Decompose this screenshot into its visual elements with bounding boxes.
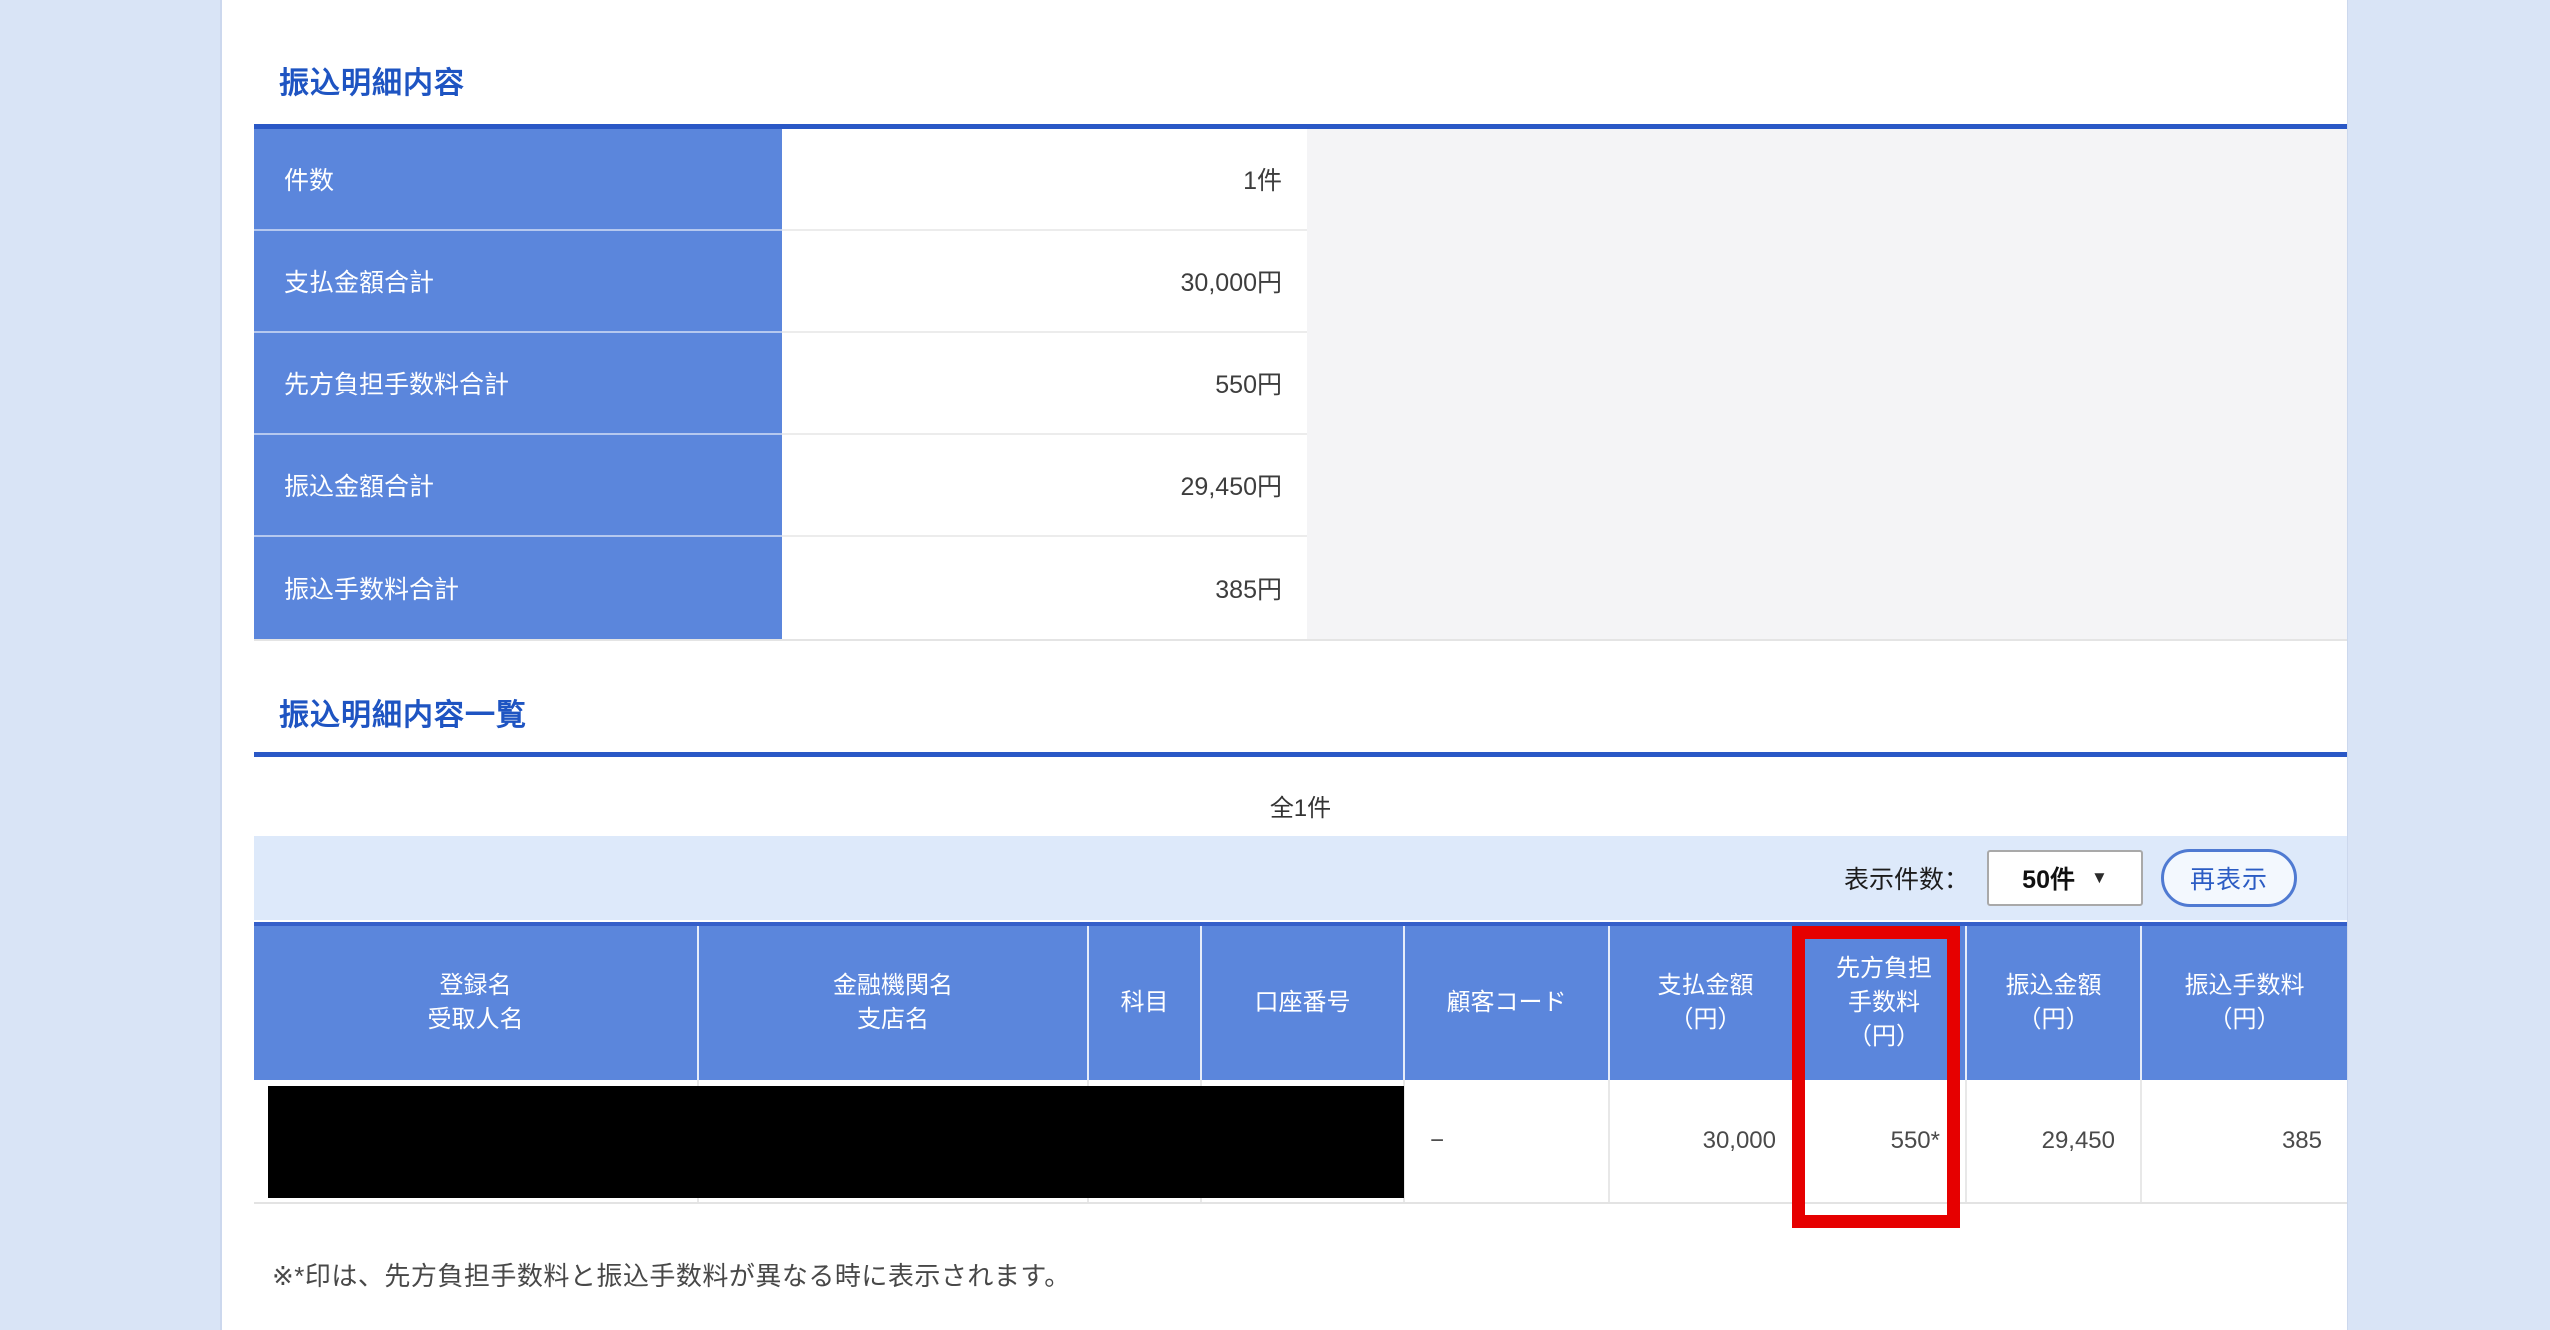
redacted-area xyxy=(268,1086,1404,1198)
table-row: 振込手数料合計 385円 xyxy=(254,537,2347,639)
summary-filler xyxy=(1307,537,2347,639)
highlight-box xyxy=(1792,926,1960,1228)
display-count-select[interactable]: 50件 ▼ xyxy=(1987,850,2143,906)
display-count-value: 50件 xyxy=(2022,860,2075,896)
cell-transfer-fee: 385 xyxy=(2142,1080,2347,1202)
column-header: 科目 xyxy=(1089,926,1202,1080)
list-section-title: 振込明細内容一覧 xyxy=(279,690,527,734)
column-header: 振込手数料 （円） xyxy=(2142,926,2347,1080)
summary-table: 件数 1件 支払金額合計 30,000円 先方負担手数料合計 550円 振込金額… xyxy=(254,124,2347,641)
summary-section-title: 振込明細内容 xyxy=(279,58,465,102)
section-divider xyxy=(254,752,2347,757)
table-row: 先方負担手数料合計 550円 xyxy=(254,333,2347,435)
summary-row-label: 先方負担手数料合計 xyxy=(254,333,782,435)
cell-payment-amount: 30,000 xyxy=(1610,1080,1803,1202)
summary-row-label: 件数 xyxy=(254,129,782,231)
column-header: 振込金額 （円） xyxy=(1967,926,2142,1080)
summary-row-label: 振込金額合計 xyxy=(254,435,782,537)
summary-filler xyxy=(1307,333,2347,435)
summary-row-value: 385円 xyxy=(782,537,1307,639)
list-table-header: 登録名 受取人名 金融機関名 支店名 科目 口座番号 顧客コード 支払金額 （円… xyxy=(254,922,2347,1080)
cell-customer-code: − xyxy=(1405,1080,1610,1202)
summary-filler xyxy=(1307,129,2347,231)
footnote-text: ※*印は、先方負担手数料と振込手数料が異なる時に表示されます。 xyxy=(272,1256,1071,1293)
column-header: 金融機関名 支店名 xyxy=(699,926,1089,1080)
column-header: 支払金額 （円） xyxy=(1610,926,1803,1080)
summary-row-value: 1件 xyxy=(782,129,1307,231)
table-row: 支払金額合計 30,000円 xyxy=(254,231,2347,333)
summary-row-value: 29,450円 xyxy=(782,435,1307,537)
display-count-label: 表示件数： xyxy=(1844,860,1969,896)
total-count-text: 全1件 xyxy=(254,788,2347,823)
summary-row-label: 支払金額合計 xyxy=(254,231,782,333)
summary-row-value: 550円 xyxy=(782,333,1307,435)
table-row: 振込金額合計 29,450円 xyxy=(254,435,2347,537)
content-area: 振込明細内容 件数 1件 支払金額合計 30,000円 先方負担手数料合計 55… xyxy=(220,0,2348,1330)
chevron-down-icon: ▼ xyxy=(2091,868,2108,888)
summary-filler xyxy=(1307,231,2347,333)
cell-transfer-amount: 29,450 xyxy=(1967,1080,2142,1202)
column-header: 登録名 受取人名 xyxy=(254,926,699,1080)
summary-row-value: 30,000円 xyxy=(782,231,1307,333)
table-row: 件数 1件 xyxy=(254,129,2347,231)
redisplay-button[interactable]: 再表示 xyxy=(2161,849,2297,907)
summary-row-label: 振込手数料合計 xyxy=(254,537,782,639)
column-header: 口座番号 xyxy=(1202,926,1405,1080)
list-toolbar: 表示件数： 50件 ▼ 再表示 xyxy=(254,836,2347,920)
summary-filler xyxy=(1307,435,2347,537)
column-header: 顧客コード xyxy=(1405,926,1610,1080)
